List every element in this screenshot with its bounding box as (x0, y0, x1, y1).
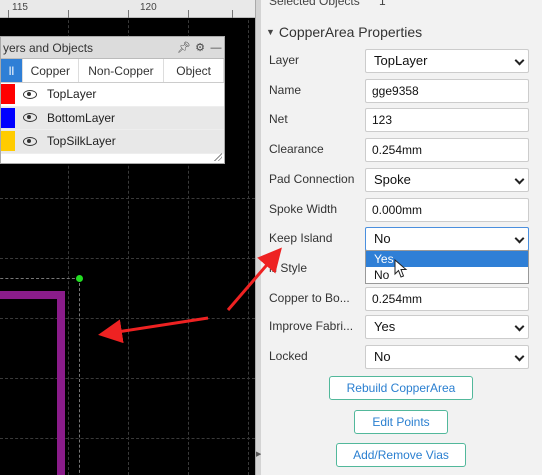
layers-tab-bar: ll Copper Non-Copper Object (1, 59, 224, 83)
row-copper-to-board: Copper to Bo... 0.254mm (261, 287, 542, 313)
add-remove-vias-button[interactable]: Add/Remove Vias (336, 443, 466, 467)
ruler-label: 115 (12, 2, 28, 13)
rebuild-copperarea-button[interactable]: Rebuild CopperArea (329, 376, 473, 400)
row-pad-connection: Pad Connection Spoke (261, 168, 542, 194)
layer-name: TopLayer (47, 87, 97, 102)
locked-select[interactable]: No (365, 345, 529, 369)
eye-icon[interactable] (23, 89, 37, 99)
ruler-label: 120 (140, 2, 157, 13)
layers-panel-title: yers and Objects (3, 40, 94, 55)
keep-island-dropdown-list[interactable]: Yes No (365, 250, 529, 284)
tab-copper[interactable]: Copper (23, 59, 79, 82)
mouse-pointer-icon (394, 259, 408, 278)
dropdown-option-no[interactable]: No (366, 267, 528, 283)
tab-object[interactable]: Object (164, 59, 224, 82)
layer-select[interactable]: TopLayer (365, 49, 529, 73)
layer-color-swatch[interactable] (1, 84, 15, 105)
properties-section-header[interactable]: ▼ CopperArea Properties (261, 20, 542, 44)
copper-area-outline[interactable] (0, 278, 80, 475)
layer-color-swatch[interactable] (1, 131, 15, 152)
eye-icon[interactable] (23, 136, 37, 146)
field-label: Layer (269, 53, 300, 67)
eye-icon[interactable] (23, 113, 37, 123)
edit-points-button[interactable]: Edit Points (354, 410, 448, 434)
layer-name: TopSilkLayer (47, 134, 116, 149)
properties-panel: Selected Objects 1 ▼ CopperArea Properti… (261, 0, 542, 475)
chevron-down-icon (514, 351, 525, 362)
grid-line (0, 198, 255, 199)
row-clearance: Clearance 0.254mm (261, 138, 542, 164)
field-label: Improve Fabri... (269, 319, 354, 333)
pad-connection-select[interactable]: Spoke (365, 168, 529, 192)
spoke-width-input[interactable]: 0.000mm (365, 198, 529, 222)
tab-non-copper[interactable]: Non-Copper (79, 59, 165, 82)
field-label: ill Style (269, 261, 308, 275)
row-improve-fab: Improve Fabri... Yes (261, 315, 542, 341)
row-name: Name gge9358 (261, 79, 542, 105)
chevron-down-icon (514, 174, 525, 185)
layer-color-swatch[interactable] (1, 107, 15, 128)
minimize-icon[interactable]: — (208, 42, 224, 54)
chevron-down-icon (514, 55, 525, 66)
clearance-input[interactable]: 0.254mm (365, 138, 529, 162)
selected-objects-label: Selected Objects (269, 0, 360, 8)
layer-row-bottom[interactable]: BottomLayer (1, 106, 224, 130)
row-spoke-width: Spoke Width 0.000mm (261, 198, 542, 224)
vertex-handle[interactable] (76, 275, 83, 282)
collapse-caret-icon[interactable]: ▼ (266, 27, 275, 37)
settings-icon[interactable]: ⚙ (192, 41, 208, 54)
field-label: Clearance (269, 142, 324, 156)
top-ruler: 115 120 (0, 0, 255, 18)
grid-line (0, 258, 255, 259)
resize-grip-icon[interactable] (213, 152, 222, 161)
dropdown-option-yes[interactable]: Yes (366, 251, 528, 267)
chevron-down-icon (514, 321, 525, 332)
row-layer: Layer TopLayer (261, 49, 542, 75)
layer-name: BottomLayer (47, 110, 116, 125)
field-label: Pad Connection (269, 172, 355, 186)
layers-panel-header[interactable]: yers and Objects 📌︎ ⚙ — (1, 37, 224, 59)
name-input[interactable]: gge9358 (365, 79, 529, 103)
copper-track-horizontal[interactable] (0, 291, 65, 299)
copper-track-vertical[interactable] (57, 291, 65, 475)
keep-island-select[interactable]: No (365, 227, 529, 251)
grid-line (248, 0, 249, 475)
improve-fab-select[interactable]: Yes (365, 315, 529, 339)
field-label: Copper to Bo... (269, 291, 350, 305)
row-locked: Locked No (261, 345, 542, 371)
layers-objects-panel[interactable]: yers and Objects 📌︎ ⚙ — ll Copper Non-Co… (0, 36, 225, 164)
field-label: Keep Island (269, 231, 333, 245)
layer-row-topsilk[interactable]: TopSilkLayer (1, 130, 224, 154)
tab-all[interactable]: ll (1, 59, 23, 82)
row-net: Net 123 (261, 108, 542, 134)
copper-to-board-input[interactable]: 0.254mm (365, 287, 529, 311)
properties-title: CopperArea Properties (278, 24, 423, 40)
layer-row-top[interactable]: TopLayer (1, 83, 224, 107)
field-label: Spoke Width (269, 202, 338, 216)
field-label: Net (269, 112, 288, 126)
field-label: Name (269, 83, 302, 97)
pin-icon[interactable]: 📌︎ (176, 41, 192, 54)
net-input[interactable]: 123 (365, 108, 529, 132)
selected-objects-count: 1 (379, 0, 386, 8)
chevron-down-icon (514, 233, 525, 244)
field-label: Locked (269, 349, 308, 363)
